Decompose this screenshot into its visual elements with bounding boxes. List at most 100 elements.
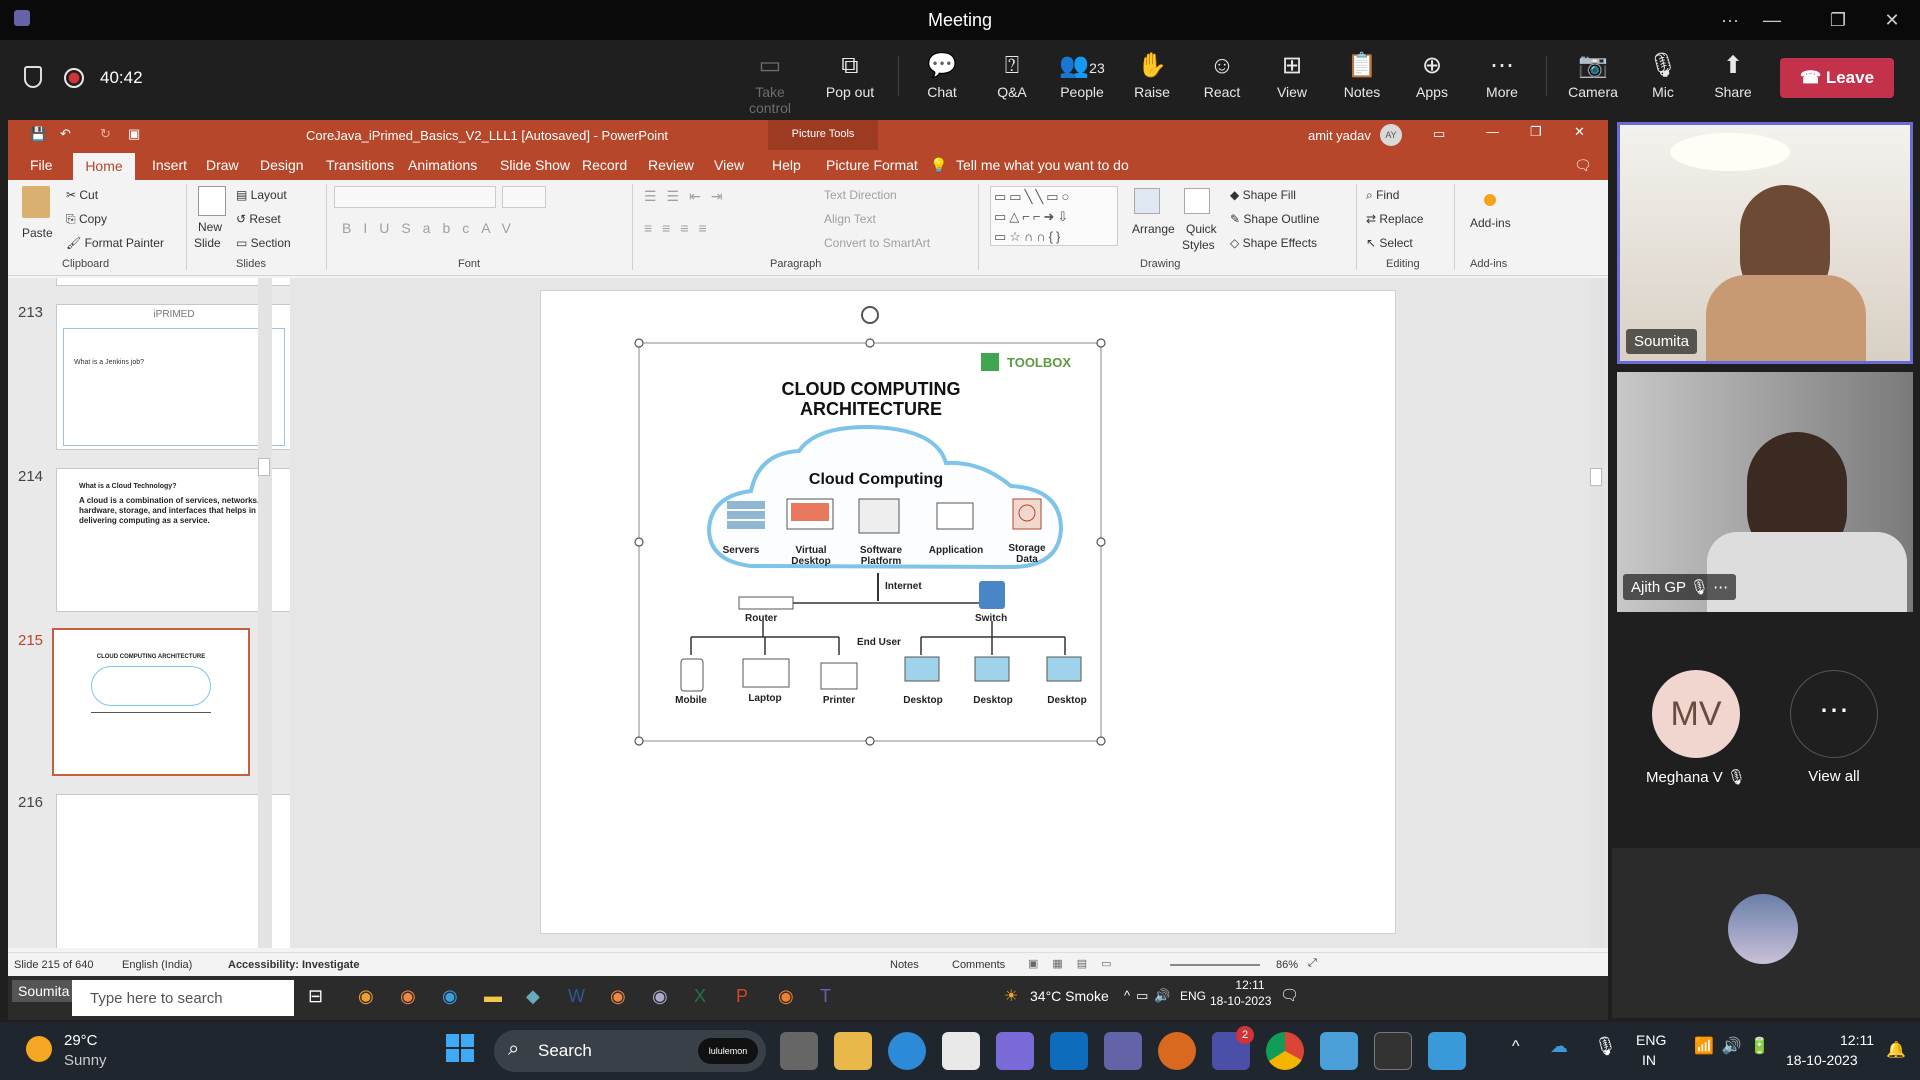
- restore-button[interactable]: ❐: [1818, 6, 1858, 34]
- font-style-buttons[interactable]: BIUSabcAV: [342, 220, 523, 236]
- slide-thumbnail[interactable]: [56, 278, 290, 286]
- terminal-icon[interactable]: [1374, 1032, 1412, 1070]
- convert-smartart-button[interactable]: Convert to SmartArt: [824, 236, 930, 250]
- shape-outline-button[interactable]: ✎ Shape Outline: [1230, 212, 1319, 226]
- inner-clock-time[interactable]: 12:11: [1220, 978, 1280, 992]
- region-code[interactable]: IN: [1642, 1052, 1656, 1068]
- app-icon[interactable]: ◉: [778, 986, 794, 1007]
- view-all-label[interactable]: View all: [1790, 768, 1878, 785]
- mic-button[interactable]: 🎙 Mic: [1628, 48, 1698, 100]
- font-size-box[interactable]: [502, 186, 546, 208]
- layout-button[interactable]: ▤ Layout: [236, 188, 287, 202]
- share-button[interactable]: ⬆ Share: [1698, 48, 1768, 100]
- notepad-icon[interactable]: [1428, 1032, 1466, 1070]
- shape-effects-button[interactable]: ◇ Shape Effects: [1230, 236, 1317, 250]
- quick-styles-button[interactable]: Quick: [1186, 222, 1217, 236]
- people-button[interactable]: 👥23 People: [1047, 48, 1117, 100]
- new-slide-button[interactable]: New: [198, 220, 222, 234]
- ribbon-display-icon[interactable]: ▭: [1433, 126, 1445, 142]
- align-text-button[interactable]: Align Text: [824, 212, 876, 226]
- zoom-level[interactable]: 86%: [1276, 959, 1298, 971]
- slide-scroll-thumb[interactable]: [1590, 468, 1602, 486]
- fit-slide-icon[interactable]: ⤢: [1308, 957, 1317, 970]
- chrome-icon[interactable]: ◉: [400, 986, 416, 1007]
- task-view-icon[interactable]: ⊟: [308, 986, 323, 1007]
- take-control-button[interactable]: ▭ Take control: [735, 48, 805, 116]
- tab-file[interactable]: File: [30, 157, 53, 173]
- app-icon[interactable]: ◆: [526, 986, 540, 1007]
- raise-hand-button[interactable]: ✋ Raise: [1117, 48, 1187, 100]
- more-options-icon[interactable]: ···: [1710, 6, 1750, 34]
- slide-thumbnail-214[interactable]: What is a Cloud Technology? A cloud is a…: [56, 468, 290, 612]
- tab-design[interactable]: Design: [260, 157, 304, 173]
- notification-icon[interactable]: 🗨: [1280, 986, 1299, 1004]
- tab-record[interactable]: Record: [582, 157, 627, 173]
- present-icon[interactable]: ▣: [128, 126, 140, 142]
- app-icon[interactable]: [1158, 1032, 1196, 1070]
- task-view-icon[interactable]: [780, 1032, 818, 1070]
- edge-icon[interactable]: [888, 1032, 926, 1070]
- slide-thumbnail-215[interactable]: CLOUD COMPUTING ARCHITECTURE: [52, 628, 250, 776]
- app-icon[interactable]: ◉: [358, 986, 374, 1007]
- avatar-meghana[interactable]: MV: [1652, 670, 1740, 758]
- copilot-icon[interactable]: [996, 1032, 1034, 1070]
- rotate-handle-icon[interactable]: [861, 306, 879, 324]
- qa-button[interactable]: ⍰ Q&A: [977, 48, 1047, 100]
- shapes-gallery[interactable]: ▭▭╲╲▭○ ▭△⌐⌐➜⇩ ▭☆∩∩{}: [990, 186, 1118, 246]
- slide-thumbnail-216[interactable]: [56, 794, 290, 948]
- format-painter-button[interactable]: 🖌 Format Painter: [66, 236, 164, 250]
- paste-button[interactable]: Paste: [22, 226, 53, 240]
- notes-button[interactable]: 📋 Notes: [1327, 48, 1397, 100]
- store-icon[interactable]: [942, 1032, 980, 1070]
- close-button[interactable]: ✕: [1872, 6, 1912, 34]
- cut-button[interactable]: ✂ Cut: [66, 188, 98, 202]
- slide-scrollbar[interactable]: [1590, 278, 1604, 948]
- ppt-minimize-button[interactable]: —: [1486, 124, 1499, 139]
- undo-icon[interactable]: ↶: [60, 126, 71, 142]
- ppt-restore-button[interactable]: ❐: [1530, 124, 1542, 140]
- arrange-button[interactable]: Arrange: [1132, 222, 1175, 236]
- font-name-box[interactable]: [334, 186, 496, 208]
- chrome-icon[interactable]: [1266, 1032, 1304, 1070]
- view-buttons[interactable]: ▣▦▤▭: [1028, 957, 1126, 970]
- redo-icon[interactable]: ↻: [100, 126, 111, 142]
- align-buttons[interactable]: ≡≡≡≡: [644, 220, 717, 236]
- tab-draw[interactable]: Draw: [206, 157, 239, 173]
- leave-button[interactable]: ☎ Leave: [1780, 58, 1894, 98]
- start-button[interactable]: [446, 1034, 474, 1062]
- save-icon[interactable]: 💾: [30, 126, 46, 142]
- teams-new-icon[interactable]: 2: [1212, 1026, 1254, 1070]
- participant-video-ajith[interactable]: Ajith GP 🎙 ⋯: [1617, 372, 1913, 612]
- tray-icons[interactable]: ^▭🔊: [1124, 988, 1177, 1004]
- zoom-slider[interactable]: [1170, 964, 1260, 966]
- powerpoint-icon[interactable]: P: [736, 986, 748, 1007]
- comments-icon[interactable]: 🗨: [1574, 157, 1592, 174]
- outlook-icon[interactable]: [1050, 1032, 1088, 1070]
- minimize-button[interactable]: —: [1752, 6, 1792, 34]
- tell-me-box[interactable]: Tell me what you want to do: [956, 157, 1129, 173]
- replace-button[interactable]: ⇄ Replace: [1366, 212, 1423, 226]
- file-explorer-icon[interactable]: [834, 1032, 872, 1070]
- teams-icon[interactable]: [1104, 1032, 1142, 1070]
- apps-button[interactable]: ⊕ Apps: [1397, 48, 1467, 100]
- system-tray-icons[interactable]: 📶🔊🔋: [1694, 1036, 1778, 1056]
- tab-picture-format[interactable]: Picture Format: [826, 157, 918, 173]
- weather-temp[interactable]: 29°C: [64, 1032, 98, 1049]
- thumbnail-scrollbar[interactable]: [258, 278, 272, 948]
- teams-icon[interactable]: T: [820, 986, 831, 1007]
- tab-home[interactable]: Home: [73, 153, 135, 180]
- camera-button[interactable]: 📷 Camera: [1558, 48, 1628, 100]
- notes-toggle[interactable]: Notes: [890, 959, 919, 971]
- shape-fill-button[interactable]: ◆ Shape Fill: [1230, 188, 1296, 202]
- participant-video-soumita[interactable]: Soumita: [1617, 122, 1913, 364]
- folder-icon[interactable]: ▬: [484, 986, 502, 1007]
- language-indicator[interactable]: ENG: [1180, 989, 1206, 1003]
- tab-animations[interactable]: Animations: [408, 157, 477, 173]
- section-button[interactable]: ▭ Section: [236, 236, 291, 250]
- chevron-up-icon[interactable]: ^: [1512, 1038, 1520, 1056]
- inner-clock-date[interactable]: 18-10-2023: [1210, 994, 1271, 1008]
- react-button[interactable]: ☺ React: [1187, 48, 1257, 100]
- comments-toggle[interactable]: Comments: [952, 959, 1005, 971]
- notification-bell-icon[interactable]: 🔔: [1886, 1040, 1906, 1060]
- slide-thumbnail-213[interactable]: iPRIMED What is a Jenkins job?: [56, 304, 290, 450]
